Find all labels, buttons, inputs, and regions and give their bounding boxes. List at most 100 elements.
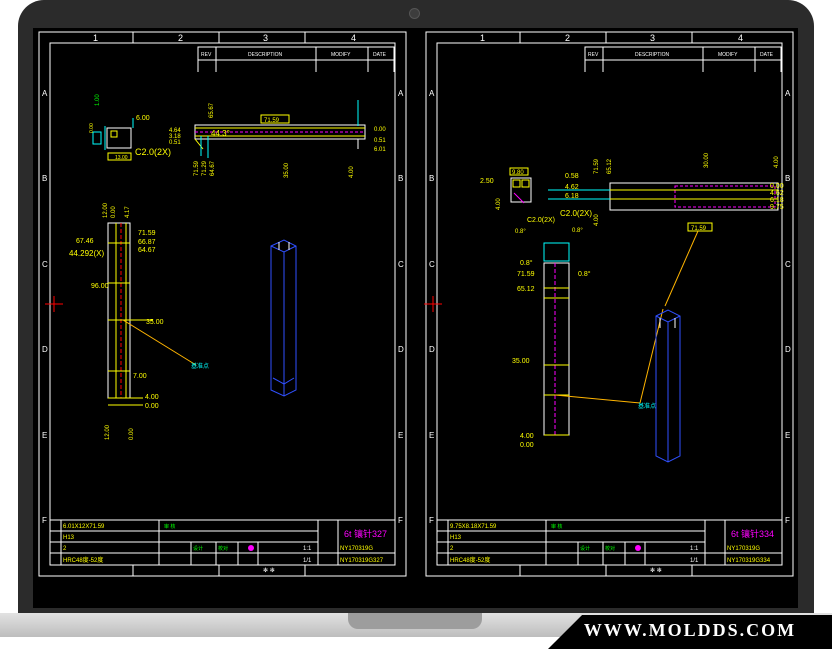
svg-text:1:1: 1:1: [690, 546, 699, 552]
svg-text:71.29: 71.29: [202, 160, 208, 176]
svg-text:NY170319G334: NY170319G334: [727, 558, 771, 564]
svg-text:6t 镶针327: 6t 镶针327: [344, 528, 387, 539]
cad-screen: 1 2 3 4 A B C D E F A B C D E F REV DESC…: [33, 28, 798, 608]
svg-text:7.00: 7.00: [133, 373, 147, 380]
svg-text:71.59: 71.59: [691, 226, 707, 232]
svg-text:0.00: 0.00: [145, 403, 159, 410]
svg-text:12.00: 12.00: [103, 202, 109, 218]
svg-text:0.8°: 0.8°: [520, 259, 533, 267]
svg-text:校对: 校对: [605, 545, 615, 552]
svg-text:44.3°: 44.3°: [211, 129, 230, 138]
svg-text:67.46: 67.46: [76, 238, 94, 245]
zone-letter: B: [785, 174, 790, 183]
svg-text:44.292(X): 44.292(X): [69, 249, 104, 258]
svg-text:基准点: 基准点: [191, 362, 209, 370]
svg-text:64.67: 64.67: [138, 247, 156, 254]
svg-text:96.00: 96.00: [91, 283, 109, 290]
zone-letter: C: [398, 260, 404, 269]
svg-text:校对: 校对: [218, 545, 228, 552]
svg-text:0.8°: 0.8°: [578, 270, 591, 278]
svg-text:NY170319G: NY170319G: [727, 546, 760, 552]
svg-text:4.62: 4.62: [770, 190, 784, 197]
zone-letter: A: [429, 89, 435, 98]
svg-text:65.67: 65.67: [209, 102, 215, 118]
zone-letter: C: [785, 260, 791, 269]
svg-text:NY170319G327: NY170319G327: [340, 558, 384, 564]
zone-letter: D: [42, 345, 48, 354]
svg-text:64.67: 64.67: [210, 160, 216, 176]
svg-text:6t 镶针334: 6t 镶针334: [731, 528, 774, 539]
left-isometric-part: [270, 239, 297, 397]
svg-text:4.00: 4.00: [496, 198, 502, 210]
svg-text:DATE: DATE: [760, 52, 774, 58]
zone-letter: D: [398, 345, 404, 354]
left-title-block: 6.01X12X71.59 H13 2 HRC48度-52度 1:1 1/1 N…: [49, 519, 396, 574]
svg-text:设计: 设计: [193, 545, 203, 552]
svg-text:MODIFY: MODIFY: [331, 52, 351, 58]
svg-text:6.01: 6.01: [374, 147, 386, 153]
svg-text:设计: 设计: [580, 545, 590, 552]
svg-text:NY170319G: NY170319G: [340, 546, 373, 552]
svg-text:0.00: 0.00: [374, 127, 386, 133]
zone-letter: F: [429, 516, 434, 525]
zone-letter: B: [429, 174, 434, 183]
laptop-notch: [348, 613, 482, 629]
svg-text:71.59: 71.59: [264, 118, 280, 124]
svg-text:2: 2: [450, 546, 454, 552]
left-inner-border: [49, 42, 396, 566]
svg-text:6.18: 6.18: [770, 197, 784, 204]
left-section-view: 6.00 13.00 C2.0(2X) 1.00 0.00: [89, 94, 171, 161]
svg-text:65.12: 65.12: [607, 158, 613, 174]
zone-letter: C: [42, 260, 48, 269]
svg-text:6.18: 6.18: [565, 193, 579, 200]
svg-text:C2.0(2X): C2.0(2X): [560, 209, 592, 218]
zone-letter: F: [42, 516, 47, 525]
revision-table: REV DESCRIPTION MODIFY DATE: [584, 46, 782, 72]
revision-table: REV DESCRIPTION MODIFY DATE: [197, 46, 395, 72]
zone-letter: F: [785, 516, 790, 525]
svg-text:6.00: 6.00: [136, 115, 150, 122]
right-drawing-sheet[interactable]: 1 2 3 4 A B C D E F A B C D E F REV DESC…: [424, 31, 794, 577]
right-crosshair: [424, 296, 442, 312]
zone-number: 4: [351, 33, 356, 43]
svg-text:基准点: 基准点: [638, 402, 656, 410]
svg-text:✻ ✻: ✻ ✻: [650, 567, 662, 574]
zone-number: 1: [480, 33, 485, 43]
svg-text:0.00: 0.00: [129, 428, 135, 440]
zone-number: 2: [565, 33, 570, 43]
right-outer-border: [425, 31, 794, 577]
svg-text:66.87: 66.87: [138, 239, 156, 246]
svg-text:71.59: 71.59: [517, 271, 535, 278]
zone-number: 3: [263, 33, 268, 43]
zone-number: 3: [650, 33, 655, 43]
svg-text:35.00: 35.00: [146, 319, 164, 326]
svg-text:审 核: 审 核: [551, 523, 562, 530]
right-inner-border: [436, 42, 783, 566]
left-crosshair: [45, 296, 63, 312]
zone-number: 2: [178, 33, 183, 43]
brand-url[interactable]: WWW.MOLDDS.COM: [560, 620, 820, 641]
left-outer-border: [38, 31, 407, 577]
right-front-view: 0.8° 71.59 65.12 35.00 4.00 0.00 0.8° 基准…: [512, 230, 699, 449]
zone-letter: A: [785, 89, 791, 98]
svg-text:0.51: 0.51: [169, 140, 181, 146]
svg-text:1.00: 1.00: [95, 94, 101, 106]
svg-text:0.00: 0.00: [520, 442, 534, 449]
svg-text:12.00: 12.00: [105, 424, 111, 440]
svg-text:71.59: 71.59: [194, 160, 200, 176]
svg-text:DATE: DATE: [373, 52, 387, 58]
svg-text:0.00: 0.00: [770, 183, 784, 190]
svg-text:0.00: 0.00: [89, 123, 95, 133]
svg-text:2.50: 2.50: [480, 178, 494, 185]
svg-text:0.8°: 0.8°: [515, 229, 526, 235]
svg-text:REV: REV: [588, 52, 599, 58]
svg-text:35.00: 35.00: [512, 358, 530, 365]
right-isometric-part: [655, 309, 681, 463]
svg-text:35.00: 35.00: [284, 162, 290, 178]
zone-letter: E: [785, 431, 790, 440]
svg-text:DESCRIPTION: DESCRIPTION: [248, 52, 283, 58]
left-drawing-sheet[interactable]: 1 2 3 4 A B C D E F A B C D E F REV DESC…: [38, 31, 407, 577]
svg-text:71.59: 71.59: [138, 230, 156, 237]
zone-letter: F: [398, 516, 403, 525]
right-title-block: 9.75X8.18X71.59 H13 2 HRC48度-52度 1:1 1/1…: [436, 519, 783, 574]
